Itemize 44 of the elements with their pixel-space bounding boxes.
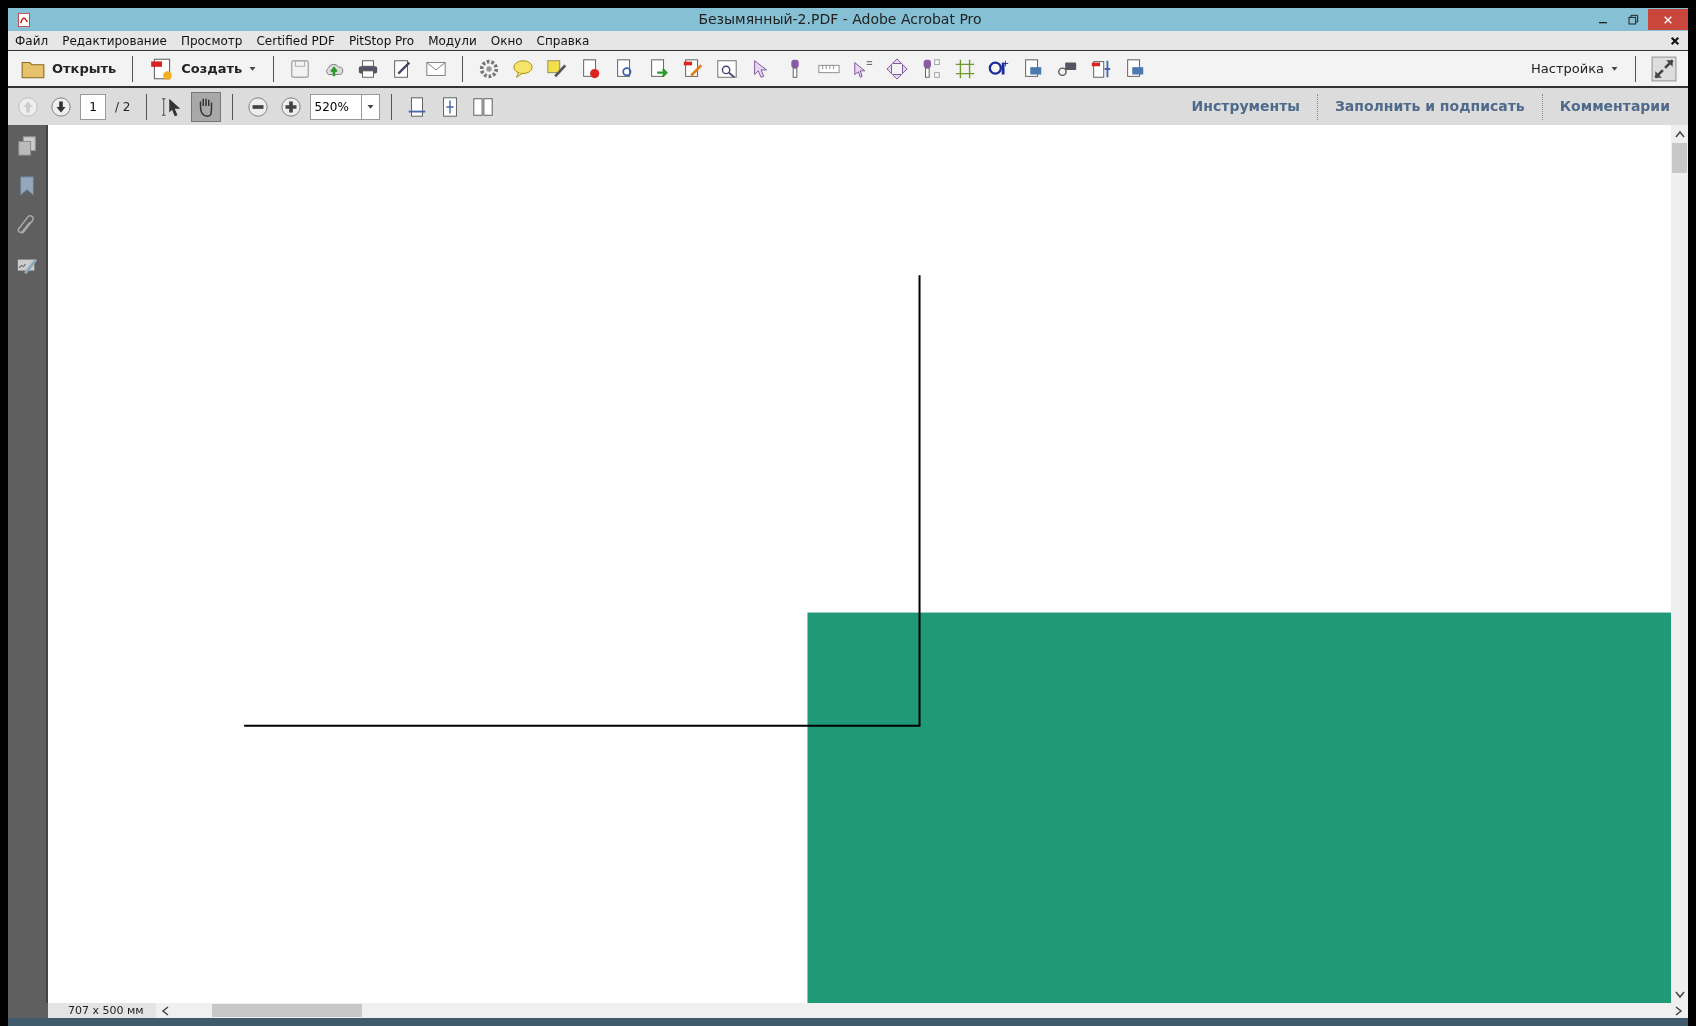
zoom-out-icon[interactable] (246, 95, 269, 118)
caret-icon (365, 102, 375, 111)
scrollbar-thumb[interactable] (211, 1004, 362, 1017)
pane-link[interactable]: Заполнить и подписать (1322, 96, 1537, 117)
menu-item[interactable]: Certified PDF (249, 31, 342, 50)
menu-item[interactable]: Просмотр (173, 31, 250, 50)
page-number-field[interactable]: 1 (80, 93, 106, 120)
magnifier-window-icon[interactable] (716, 57, 739, 80)
open-button[interactable]: Открыть (16, 53, 121, 84)
pane-link[interactable]: Инструменты (1179, 96, 1312, 117)
menu-item[interactable]: Окно (483, 31, 530, 50)
zoom-in-icon[interactable] (279, 95, 302, 118)
menu-item[interactable]: Редактирование (55, 31, 174, 50)
create-button[interactable]: Создать (145, 53, 262, 84)
two-page-icon[interactable] (471, 95, 494, 118)
scroll-up-icon[interactable] (1673, 129, 1686, 139)
document-arrow-icon[interactable] (648, 57, 671, 80)
scroll-down-icon[interactable] (1673, 989, 1686, 999)
pages-icon[interactable] (16, 135, 38, 157)
pdf-file-icon (16, 12, 32, 28)
caret-icon (1610, 64, 1619, 73)
menu-item[interactable]: Модули (421, 31, 484, 50)
note-pencil-icon[interactable] (546, 57, 569, 80)
scrollbar-thumb[interactable] (1672, 143, 1687, 173)
menu-item[interactable]: PitStop Pro (341, 31, 422, 50)
move-arrows-icon[interactable] (886, 57, 909, 80)
gear-icon[interactable] (478, 57, 501, 80)
menu-item[interactable]: Справка (529, 31, 597, 50)
expand-icon[interactable] (1651, 55, 1677, 82)
caret-icon (248, 64, 258, 73)
close-icon[interactable] (1670, 36, 1680, 46)
page-size-label: 707 x 500 мм (48, 1003, 156, 1018)
grid-icon[interactable] (954, 57, 977, 80)
pane-link[interactable]: Комментарии (1547, 96, 1682, 117)
page-count: / 2 (114, 98, 132, 116)
select-tool-icon[interactable] (160, 95, 183, 118)
zoom-field[interactable]: 520% (309, 93, 362, 120)
menu-item[interactable]: Файл (8, 31, 56, 50)
dropdown-button[interactable] (361, 93, 380, 120)
document-pencil-icon[interactable] (682, 57, 705, 80)
customize-button[interactable]: Настройка (1527, 56, 1623, 81)
print-icon[interactable] (357, 57, 380, 80)
arrow-down-icon[interactable] (50, 95, 72, 118)
window-title: Безымянный-2.PDF - Adobe Acrobat Pro (697, 10, 983, 29)
